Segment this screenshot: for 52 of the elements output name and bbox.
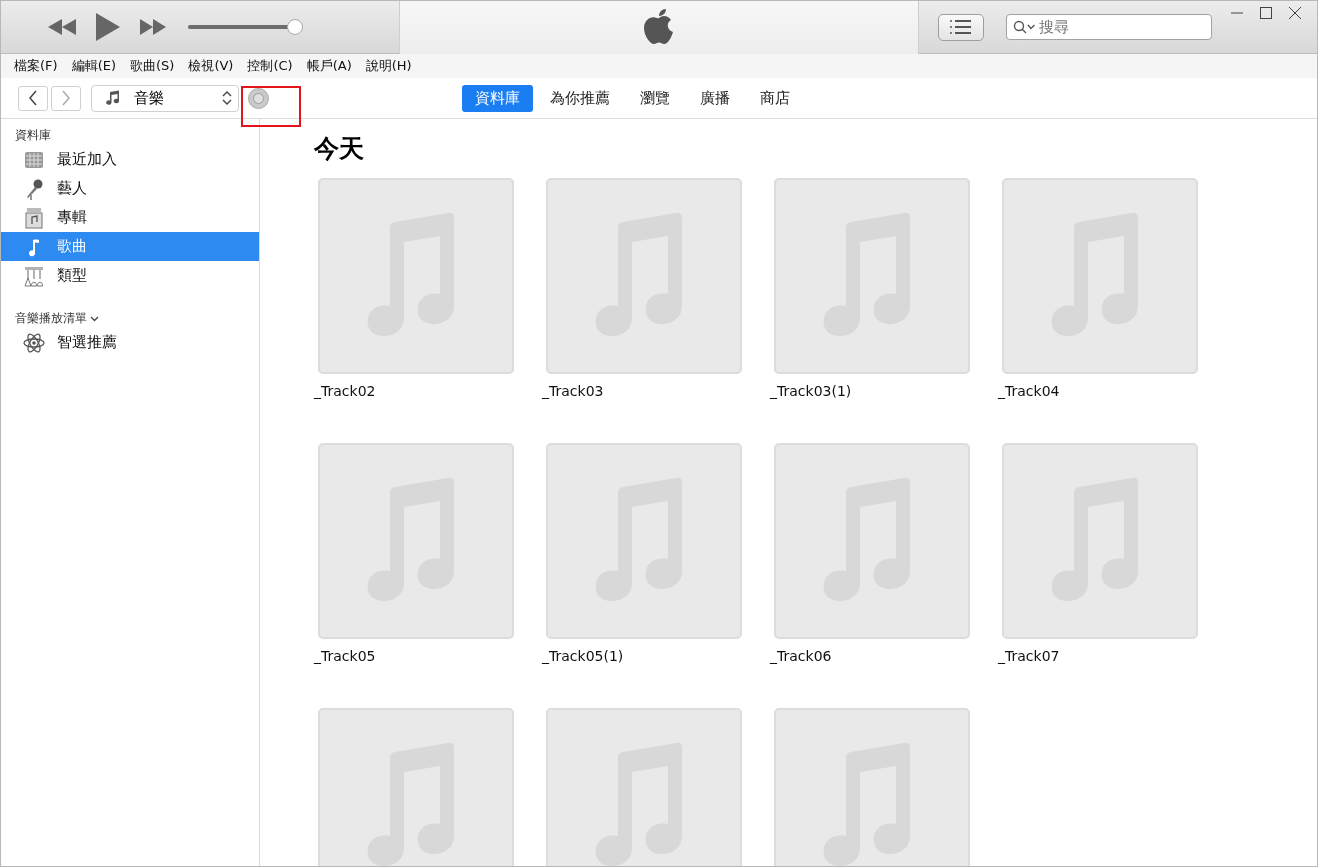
sidebar-item[interactable]: 專輯 xyxy=(1,203,259,232)
menu-item[interactable]: 控制(C) xyxy=(241,57,299,75)
guitars-icon xyxy=(23,264,45,287)
tab[interactable]: 為你推薦 xyxy=(537,84,623,112)
section-heading: 音樂播放清單 xyxy=(15,309,87,327)
fast-forward-icon[interactable] xyxy=(140,19,166,35)
menu-item[interactable]: 說明(H) xyxy=(359,57,418,75)
tab[interactable]: 商店 xyxy=(747,84,803,112)
tab[interactable]: 資料庫 xyxy=(462,84,533,112)
volume-slider[interactable] xyxy=(188,19,303,35)
album-title[interactable]: _Track03 xyxy=(542,381,742,402)
album-icon xyxy=(23,206,45,229)
sidebar-item[interactable]: 歌曲 xyxy=(1,232,259,261)
menu-item[interactable]: 檢視(V) xyxy=(182,57,240,75)
album-title[interactable]: _Track03(1) xyxy=(770,381,970,402)
back-button[interactable] xyxy=(18,85,48,111)
atom-icon xyxy=(23,331,45,354)
play-icon[interactable] xyxy=(96,13,120,41)
album-title[interactable]: _Track05(1) xyxy=(542,646,742,667)
sidebar-item[interactable]: 藝人 xyxy=(1,174,259,203)
album-title[interactable]: _Track06 xyxy=(770,646,970,667)
menu-item[interactable]: 帳戶(A) xyxy=(300,57,358,75)
disc-icon[interactable] xyxy=(248,87,269,109)
section-heading: 資料庫 xyxy=(15,126,51,144)
list-view-button[interactable] xyxy=(938,13,984,41)
chevron-left-icon xyxy=(28,90,38,106)
chevron-right-icon xyxy=(61,90,71,106)
highlight-frame xyxy=(241,86,301,127)
menu-item[interactable]: 編輯(E) xyxy=(65,57,122,75)
up-down-chevron-icon xyxy=(222,90,232,106)
sidebar-item[interactable]: 最近加入 xyxy=(1,145,259,174)
apple-logo-icon xyxy=(644,9,674,45)
sidebar-item[interactable]: 類型 xyxy=(1,261,259,290)
media-picker[interactable]: 音樂 xyxy=(91,84,239,112)
menu-item[interactable]: 歌曲(S) xyxy=(124,57,181,75)
menu-item[interactable]: 檔案(F) xyxy=(8,57,64,75)
album-title[interactable]: _Track02 xyxy=(314,381,514,402)
list-icon xyxy=(950,20,972,34)
close-icon xyxy=(1287,6,1302,20)
search-input[interactable]: 搜尋 xyxy=(1039,18,1199,36)
tab[interactable]: 廣播 xyxy=(687,84,743,112)
rewind-icon[interactable] xyxy=(48,19,76,35)
album-title[interactable]: _Track07 xyxy=(998,646,1198,667)
maximize-icon xyxy=(1258,6,1273,20)
tab[interactable]: 瀏覽 xyxy=(627,84,683,112)
section-title: 今天 xyxy=(314,133,365,165)
search-field[interactable]: 搜尋 xyxy=(1006,14,1212,40)
volume-thumb[interactable] xyxy=(286,19,303,35)
search-icon xyxy=(1013,20,1037,34)
sidebar-item[interactable]: 智選推薦 xyxy=(1,328,259,357)
album-title[interactable]: _Track04 xyxy=(998,381,1198,402)
album-title[interactable]: _Track05 xyxy=(314,646,514,667)
